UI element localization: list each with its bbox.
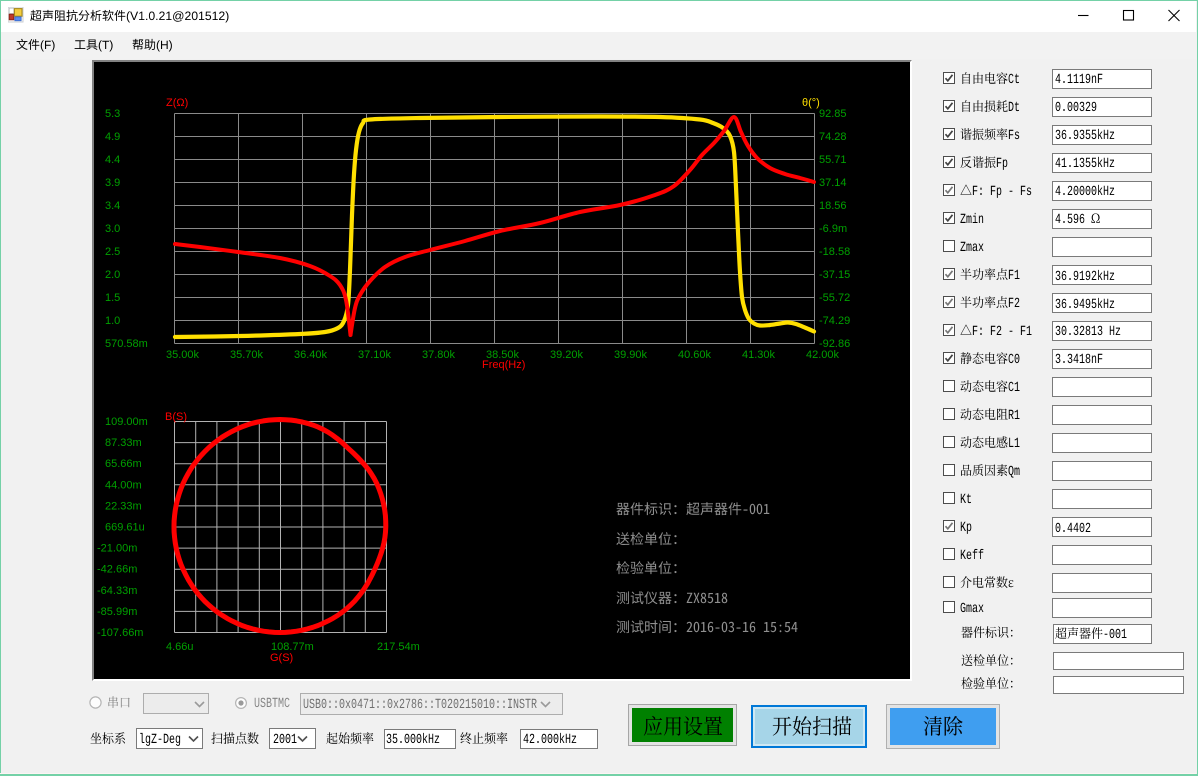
svg-text:22.33m: 22.33m [105, 500, 142, 512]
svg-text:Freq(Hz): Freq(Hz) [482, 359, 525, 371]
svg-text:36.40k: 36.40k [294, 349, 328, 361]
svg-text:40.60k: 40.60k [678, 349, 712, 361]
svg-text:669.61u: 669.61u [105, 522, 145, 534]
svg-text:-37.15: -37.15 [819, 269, 850, 281]
svg-text:18.56: 18.56 [819, 200, 847, 212]
svg-text:42.00k: 42.00k [806, 349, 840, 361]
svg-text:-64.33m: -64.33m [97, 585, 137, 597]
svg-text:4.66u: 4.66u [166, 641, 194, 653]
svg-text:-74.29: -74.29 [819, 315, 850, 327]
svg-text:-42.66m: -42.66m [97, 564, 137, 576]
svg-text:-55.72: -55.72 [819, 292, 850, 304]
svg-text:-85.99m: -85.99m [97, 606, 137, 618]
svg-text:1.5: 1.5 [105, 292, 120, 304]
svg-text:3.4: 3.4 [105, 200, 120, 212]
svg-text:39.90k: 39.90k [614, 349, 648, 361]
svg-text:3.0: 3.0 [105, 223, 120, 235]
svg-text:35.00k: 35.00k [166, 349, 200, 361]
svg-text:41.30k: 41.30k [742, 349, 776, 361]
svg-text:2.5: 2.5 [105, 246, 120, 258]
svg-text:87.33m: 87.33m [105, 437, 142, 449]
svg-text:Z(Ω): Z(Ω) [166, 97, 188, 109]
svg-text:2.0: 2.0 [105, 269, 120, 281]
svg-text:5.3: 5.3 [105, 108, 120, 120]
svg-text:4.4: 4.4 [105, 154, 120, 166]
svg-text:3.9: 3.9 [105, 177, 120, 189]
svg-text:92.85: 92.85 [819, 108, 847, 120]
svg-text:74.28: 74.28 [819, 131, 847, 143]
svg-text:35.70k: 35.70k [230, 349, 264, 361]
svg-text:-21.00m: -21.00m [97, 543, 137, 555]
svg-text:θ(°): θ(°) [802, 97, 820, 109]
svg-text:G(S): G(S) [270, 652, 293, 664]
svg-text:-18.58: -18.58 [819, 246, 850, 258]
svg-text:B(S): B(S) [165, 411, 187, 423]
svg-text:37.14: 37.14 [819, 177, 847, 189]
svg-text:44.00m: 44.00m [105, 479, 142, 491]
svg-text:570.58m: 570.58m [105, 338, 148, 350]
svg-text:-6.9m: -6.9m [819, 223, 847, 235]
svg-text:37.10k: 37.10k [358, 349, 392, 361]
svg-text:-107.66m: -107.66m [97, 627, 143, 639]
svg-text:37.80k: 37.80k [422, 349, 456, 361]
svg-text:4.9: 4.9 [105, 131, 120, 143]
svg-text:65.66m: 65.66m [105, 458, 142, 470]
svg-text:217.54m: 217.54m [377, 641, 420, 653]
svg-text:109.00m: 109.00m [105, 416, 148, 428]
svg-text:55.71: 55.71 [819, 154, 847, 166]
svg-text:39.20k: 39.20k [550, 349, 584, 361]
svg-text:1.0: 1.0 [105, 315, 120, 327]
